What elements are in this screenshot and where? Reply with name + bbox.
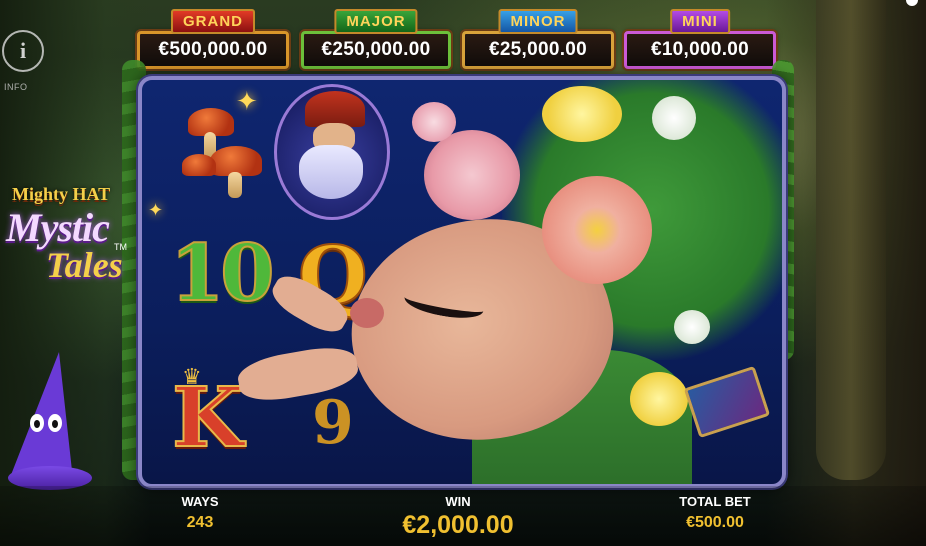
white-flower bbox=[652, 96, 696, 140]
total-bet-value: €500.00 bbox=[686, 514, 744, 531]
gnome-wizard-symbol bbox=[274, 84, 390, 220]
total-bet-label: TOTAL BET bbox=[679, 494, 751, 509]
pink-flower bbox=[424, 130, 520, 220]
jackpot-major: €250,000.00 MAJOR bbox=[301, 9, 451, 69]
ways-value: 243 bbox=[186, 514, 214, 531]
sparkle-icon: ✦ bbox=[236, 86, 258, 116]
pink-flower bbox=[412, 102, 456, 142]
mushroom-cap bbox=[182, 154, 216, 176]
gnome-hat bbox=[305, 91, 365, 127]
info-icon: i bbox=[19, 38, 27, 63]
jackpot-mini-amount: €10,000.00 bbox=[650, 39, 750, 60]
win-label: WIN bbox=[445, 494, 471, 509]
tree-trunk bbox=[816, 0, 886, 480]
win-stat: WIN €2,000.00 bbox=[378, 494, 538, 540]
symbol-ten: 10 bbox=[169, 227, 276, 320]
logo-line-tales: Tales bbox=[46, 245, 123, 285]
spellbook-symbol bbox=[683, 365, 771, 439]
info-label: INFO bbox=[4, 82, 28, 92]
jackpot-mini: €10,000.00 MINI bbox=[624, 9, 776, 69]
peach-flower bbox=[542, 176, 652, 284]
jackpot-grand-label: GRAND bbox=[171, 9, 255, 34]
jackpot-grand-amount-box: €500,000.00 bbox=[137, 31, 289, 69]
logo-line-mighty-hat: Mighty HAT bbox=[12, 184, 111, 204]
yellow-flower bbox=[630, 372, 688, 426]
jackpot-grand: €500,000.00 GRAND bbox=[137, 9, 289, 69]
jackpot-grand-amount: €500,000.00 bbox=[158, 39, 268, 60]
symbol-king: K bbox=[171, 369, 244, 467]
ways-label: WAYS bbox=[181, 494, 219, 509]
white-flower bbox=[674, 310, 710, 344]
mushroom-stem bbox=[228, 172, 242, 198]
win-value: €2,000.00 bbox=[402, 511, 514, 539]
jackpot-major-label: MAJOR bbox=[334, 9, 418, 34]
jackpot-major-amount: €250,000.00 bbox=[321, 39, 431, 60]
jackpot-mini-label: MINI bbox=[670, 9, 730, 34]
mushroom-symbol bbox=[182, 102, 262, 202]
jackpot-minor: €25,000.00 MINOR bbox=[462, 9, 614, 69]
jackpot-mini-amount-box: €10,000.00 bbox=[624, 31, 776, 69]
wizard-hat-eye bbox=[48, 414, 62, 432]
game-logo: Mighty HAT Mystic Tales TM bbox=[6, 178, 136, 298]
ways-stat: WAYS 243 bbox=[168, 494, 232, 532]
jackpot-minor-amount: €25,000.00 bbox=[488, 39, 588, 60]
sparkle-icon: ✦ bbox=[148, 200, 164, 220]
jackpot-minor-label: MINOR bbox=[498, 9, 578, 34]
jackpot-minor-amount-box: €25,000.00 bbox=[462, 31, 614, 69]
yellow-flower bbox=[542, 86, 622, 142]
total-bet-stat[interactable]: TOTAL BET €500.00 bbox=[660, 494, 770, 532]
jackpot-major-amount-box: €250,000.00 bbox=[301, 31, 451, 69]
wizard-hat-eye bbox=[30, 414, 44, 432]
info-button[interactable]: i bbox=[2, 30, 44, 72]
fairy-lips bbox=[350, 298, 384, 328]
wizard-hat-mascot bbox=[8, 352, 92, 492]
logo-trademark: TM bbox=[114, 242, 127, 252]
gnome-beard bbox=[299, 145, 363, 199]
reel-area[interactable]: ✦ ✦ 10 Q ♛ K 9 bbox=[138, 76, 786, 488]
symbol-nine: 9 bbox=[312, 388, 354, 458]
